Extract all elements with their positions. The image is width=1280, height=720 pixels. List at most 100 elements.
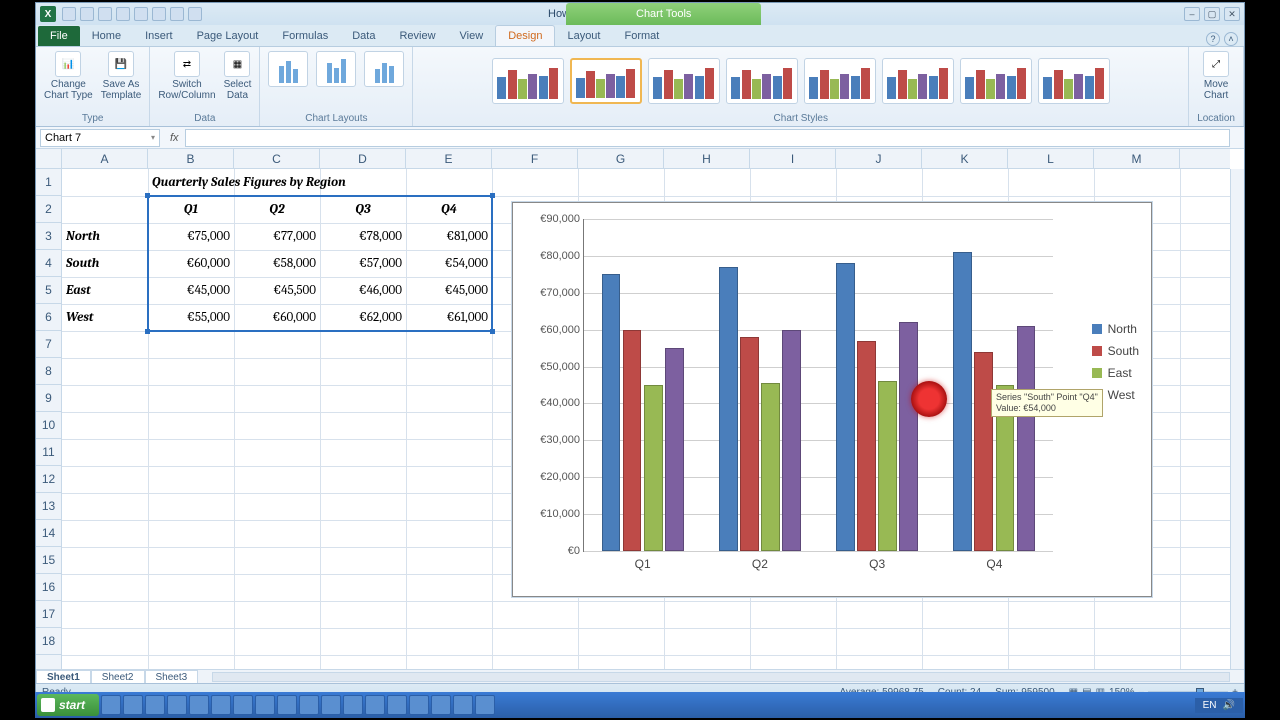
column-header[interactable]: D: [320, 149, 406, 169]
column-header[interactable]: F: [492, 149, 578, 169]
taskbar-item[interactable]: [431, 695, 451, 715]
row-header[interactable]: 3: [36, 223, 61, 250]
chart-bar[interactable]: [836, 263, 855, 551]
column-header[interactable]: H: [664, 149, 750, 169]
fx-icon[interactable]: fx: [170, 132, 179, 144]
chart-style-option[interactable]: [960, 58, 1032, 104]
cell[interactable]: East: [62, 277, 148, 304]
row-header[interactable]: 17: [36, 601, 61, 628]
maximize-button[interactable]: ▢: [1204, 7, 1220, 21]
move-chart-button[interactable]: ⤢ Move Chart: [1203, 51, 1229, 101]
chart-bar[interactable]: [899, 322, 918, 551]
column-header[interactable]: I: [750, 149, 836, 169]
cell[interactable]: West: [62, 304, 148, 331]
column-header[interactable]: A: [62, 149, 148, 169]
cell[interactable]: Quarterly Sales Figures by Region: [148, 169, 492, 196]
taskbar-item[interactable]: [145, 695, 165, 715]
column-header[interactable]: G: [578, 149, 664, 169]
qat-quickprint-icon[interactable]: [188, 7, 202, 21]
chart-style-option[interactable]: [648, 58, 720, 104]
row-header[interactable]: 6: [36, 304, 61, 331]
row-header[interactable]: 11: [36, 439, 61, 466]
taskbar-item[interactable]: [211, 695, 231, 715]
embedded-chart[interactable]: €0€10,000€20,000€30,000€40,000€50,000€60…: [512, 202, 1152, 597]
sheet-tab[interactable]: Sheet3: [145, 670, 199, 684]
row-header[interactable]: 9: [36, 385, 61, 412]
system-tray[interactable]: EN 🔊: [1195, 698, 1243, 713]
column-header[interactable]: C: [234, 149, 320, 169]
column-header[interactable]: B: [148, 149, 234, 169]
row-header[interactable]: 12: [36, 466, 61, 493]
row-header[interactable]: 15: [36, 547, 61, 574]
chart-bar[interactable]: [761, 383, 780, 551]
row-header[interactable]: 4: [36, 250, 61, 277]
vertical-scrollbar[interactable]: [1230, 169, 1244, 669]
qat-new-icon[interactable]: [116, 7, 130, 21]
qat-undo-icon[interactable]: [80, 7, 94, 21]
chart-bar[interactable]: [740, 337, 759, 551]
sheet-tab[interactable]: Sheet1: [36, 670, 91, 684]
taskbar-item[interactable]: [299, 695, 319, 715]
row-header[interactable]: 1: [36, 169, 61, 196]
column-header[interactable]: M: [1094, 149, 1180, 169]
qat-redo-icon[interactable]: [98, 7, 112, 21]
help-icon[interactable]: ?: [1206, 32, 1220, 46]
taskbar-item[interactable]: [233, 695, 253, 715]
taskbar-item[interactable]: [123, 695, 143, 715]
taskbar-item[interactable]: [321, 695, 341, 715]
taskbar-item[interactable]: [189, 695, 209, 715]
chart-style-option[interactable]: [804, 58, 876, 104]
chart-bar[interactable]: [953, 252, 972, 551]
taskbar-item[interactable]: [101, 695, 121, 715]
chart-bar[interactable]: [1017, 326, 1036, 551]
chart-layout-option[interactable]: [268, 51, 308, 87]
select-all-corner[interactable]: [36, 149, 62, 169]
tab-page-layout[interactable]: Page Layout: [185, 26, 271, 46]
switch-row-column-button[interactable]: ⇄ Switch Row/Column: [158, 51, 215, 101]
tab-view[interactable]: View: [448, 26, 496, 46]
close-button[interactable]: ✕: [1224, 7, 1240, 21]
cell[interactable]: South: [62, 250, 148, 277]
dropdown-icon[interactable]: ▾: [151, 133, 155, 142]
chart-style-option[interactable]: [882, 58, 954, 104]
taskbar-item[interactable]: [277, 695, 297, 715]
row-header[interactable]: 5: [36, 277, 61, 304]
row-header[interactable]: 8: [36, 358, 61, 385]
qat-open-icon[interactable]: [134, 7, 148, 21]
chart-layout-option[interactable]: [364, 51, 404, 87]
taskbar-item[interactable]: [343, 695, 363, 715]
chart-bar[interactable]: [878, 381, 897, 551]
qat-save-icon[interactable]: [62, 7, 76, 21]
select-data-button[interactable]: ▦ Select Data: [224, 51, 252, 101]
cell[interactable]: North: [62, 223, 148, 250]
taskbar-item[interactable]: [453, 695, 473, 715]
tray-network-icon[interactable]: EN: [1203, 700, 1217, 711]
name-box[interactable]: Chart 7 ▾: [40, 129, 160, 147]
chart-bar[interactable]: [974, 352, 993, 551]
row-header[interactable]: 18: [36, 628, 61, 655]
row-header[interactable]: 7: [36, 331, 61, 358]
row-header[interactable]: 10: [36, 412, 61, 439]
tray-volume-icon[interactable]: 🔊: [1223, 700, 1235, 711]
taskbar-item[interactable]: [255, 695, 275, 715]
row-header[interactable]: 14: [36, 520, 61, 547]
tab-file[interactable]: File: [38, 26, 80, 46]
row-header[interactable]: 13: [36, 493, 61, 520]
row-header[interactable]: 2: [36, 196, 61, 223]
column-header[interactable]: K: [922, 149, 1008, 169]
taskbar-item[interactable]: [167, 695, 187, 715]
sheet-tab[interactable]: Sheet2: [91, 670, 145, 684]
row-header[interactable]: 16: [36, 574, 61, 601]
minimize-button[interactable]: –: [1184, 7, 1200, 21]
taskbar-item[interactable]: [409, 695, 429, 715]
tab-data[interactable]: Data: [340, 26, 387, 46]
chart-style-option[interactable]: [726, 58, 798, 104]
chart-style-option[interactable]: [570, 58, 642, 104]
chart-bar[interactable]: [857, 341, 876, 551]
chart-bar[interactable]: [665, 348, 684, 551]
tab-review[interactable]: Review: [387, 26, 447, 46]
chart-bar[interactable]: [719, 267, 738, 551]
tab-home[interactable]: Home: [80, 26, 133, 46]
horizontal-scrollbar[interactable]: [212, 672, 1230, 682]
start-button[interactable]: start: [37, 694, 99, 716]
